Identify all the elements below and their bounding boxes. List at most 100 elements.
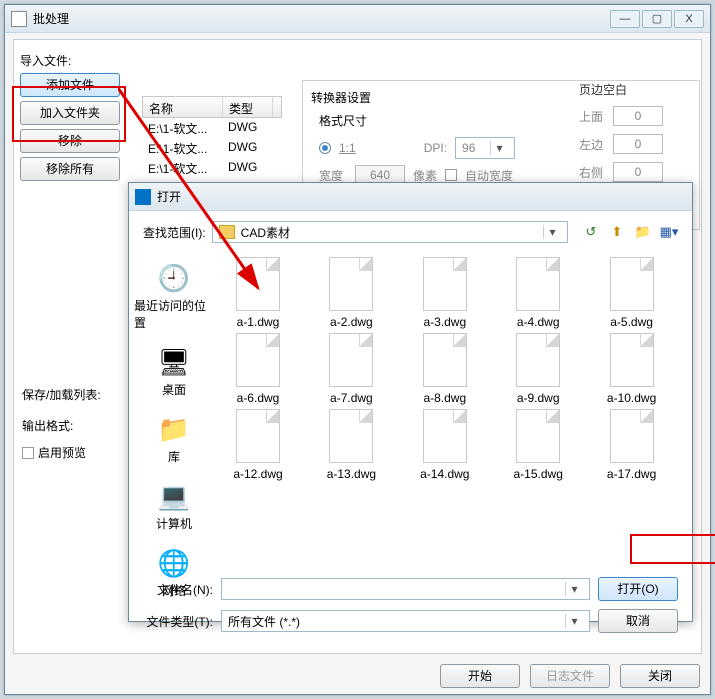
margin-right-label: 右侧 [579,164,603,181]
width-label: 宽度 [319,167,347,184]
place-item[interactable]: 🖥桌面 [134,341,214,402]
scope-label: 查找范围(I): [143,224,206,241]
margin-top-label: 上面 [579,108,603,125]
place-item[interactable]: 💻计算机 [134,475,214,536]
ratio-label: 1:1 [339,141,356,155]
remove-all-button[interactable]: 移除所有 [20,157,120,181]
minimize-button[interactable]: — [610,10,640,28]
file-type-label: 文件类型(T): [143,613,213,630]
file-item[interactable]: a-10.dwg [597,333,667,405]
col-type[interactable]: 类型 [223,97,273,117]
place-item[interactable]: 📁库 [134,408,214,469]
open-bottom-2: 文件类型(T): 所有文件 (*.*)▾ 取消 [129,605,692,637]
file-item[interactable]: a-4.dwg [503,257,573,329]
open-app-icon [135,189,151,205]
margin-top-input[interactable]: 0 [613,106,663,126]
up-icon[interactable]: ⬆ [608,223,626,241]
remove-button[interactable]: 移除 [20,129,120,153]
file-item[interactable]: a-12.dwg [223,409,293,481]
place-label: 库 [168,448,180,465]
maximize-button[interactable]: ▢ [642,10,672,28]
ratio-1-1-radio[interactable] [319,142,331,154]
file-item[interactable]: a-15.dwg [503,409,573,481]
open-title-text: 打开 [157,188,181,205]
file-icon [236,257,280,311]
file-name: a-8.dwg [423,391,466,405]
place-label: 计算机 [156,515,192,532]
file-icon [236,333,280,387]
auto-width-checkbox[interactable] [445,169,457,181]
file-item[interactable]: a-8.dwg [410,333,480,405]
table-row[interactable]: E:\1-软文...DWG [142,158,282,178]
file-icon [610,333,654,387]
scope-row: 查找范围(I): CAD素材 ▾ ↺ ⬆ 📁 ▦▾ [129,211,692,253]
auto-width-label: 自动宽度 [465,167,513,184]
place-item[interactable]: 🕘最近访问的位置 [134,257,214,335]
file-name: a-3.dwg [423,315,466,329]
file-icon [610,409,654,463]
file-list: a-1.dwg a-2.dwg a-3.dwg a-4.dwg a-5.dwg a-6.d… [219,253,692,573]
cell-name: E:\1-软文... [142,138,222,158]
file-name: a-6.dwg [237,391,280,405]
open-titlebar: 打开 [129,183,692,211]
file-icon [423,257,467,311]
title-buttons: — ▢ X [610,10,704,28]
output-format-label: 输出格式: [22,417,101,434]
cancel-button[interactable]: 取消 [598,609,678,633]
cell-name: E:\1-软文... [142,118,222,138]
new-folder-icon[interactable]: 📁 [634,223,652,241]
margin-right-input[interactable]: 0 [613,162,663,182]
file-item[interactable]: a-7.dwg [316,333,386,405]
file-icon [516,333,560,387]
file-item[interactable]: a-5.dwg [597,257,667,329]
file-icon [423,333,467,387]
table-row[interactable]: E:\1-软文...DWG [142,118,282,138]
file-item[interactable]: a-13.dwg [316,409,386,481]
open-dialog: 打开 查找范围(I): CAD素材 ▾ ↺ ⬆ 📁 ▦▾ 🕘最近访问的位置🖥桌面… [128,182,693,622]
file-name: a-5.dwg [610,315,653,329]
place-icon: 📁 [154,412,194,446]
start-button[interactable]: 开始 [440,664,520,688]
place-icon: 🕘 [154,261,194,295]
file-name-combo[interactable]: ▾ [221,578,590,600]
file-item[interactable]: a-3.dwg [410,257,480,329]
back-icon[interactable]: ↺ [582,223,600,241]
file-item[interactable]: a-14.dwg [410,409,480,481]
add-file-button[interactable]: 添加文件 [20,73,120,97]
close-button[interactable]: X [674,10,704,28]
view-icon[interactable]: ▦▾ [660,223,678,241]
file-name-label: 文件名(N): [143,581,213,598]
file-name: a-14.dwg [420,467,469,481]
file-type-combo[interactable]: 所有文件 (*.*)▾ [221,610,590,632]
file-icon [516,257,560,311]
col-name[interactable]: 名称 [143,97,223,117]
dpi-combo[interactable]: 96▾ [455,137,515,159]
folder-selected: CAD素材 [241,224,543,241]
close-main-button[interactable]: 关闭 [620,664,700,688]
add-folder-button[interactable]: 加入文件夹 [20,101,120,125]
cell-name: E:\1-软文... [142,158,222,178]
file-icon [423,409,467,463]
app-icon [11,11,27,27]
table-row[interactable]: E:\1-软文...DWG [142,138,282,158]
margin-left-input[interactable]: 0 [613,134,663,154]
import-files-label: 导入文件: [20,52,130,69]
window-title: 批处理 [33,10,610,27]
enable-preview-checkbox[interactable] [22,447,34,459]
file-item[interactable]: a-1.dwg [223,257,293,329]
cell-type: DWG [222,118,272,138]
open-button[interactable]: 打开(O) [598,577,678,601]
pixels-label-1: 像素 [413,167,437,184]
file-item[interactable]: a-2.dwg [316,257,386,329]
file-item[interactable]: a-17.dwg [597,409,667,481]
page-margins: 页边空白 上面0 左边0 右侧0 [579,81,699,190]
file-icon [610,257,654,311]
file-item[interactable]: a-9.dwg [503,333,573,405]
file-name: a-1.dwg [237,315,280,329]
file-name: a-9.dwg [517,391,560,405]
place-label: 最近访问的位置 [134,297,214,331]
titlebar: 批处理 — ▢ X [5,5,710,33]
folder-combo[interactable]: CAD素材 ▾ [212,221,568,243]
file-item[interactable]: a-6.dwg [223,333,293,405]
folder-icon [219,225,235,239]
